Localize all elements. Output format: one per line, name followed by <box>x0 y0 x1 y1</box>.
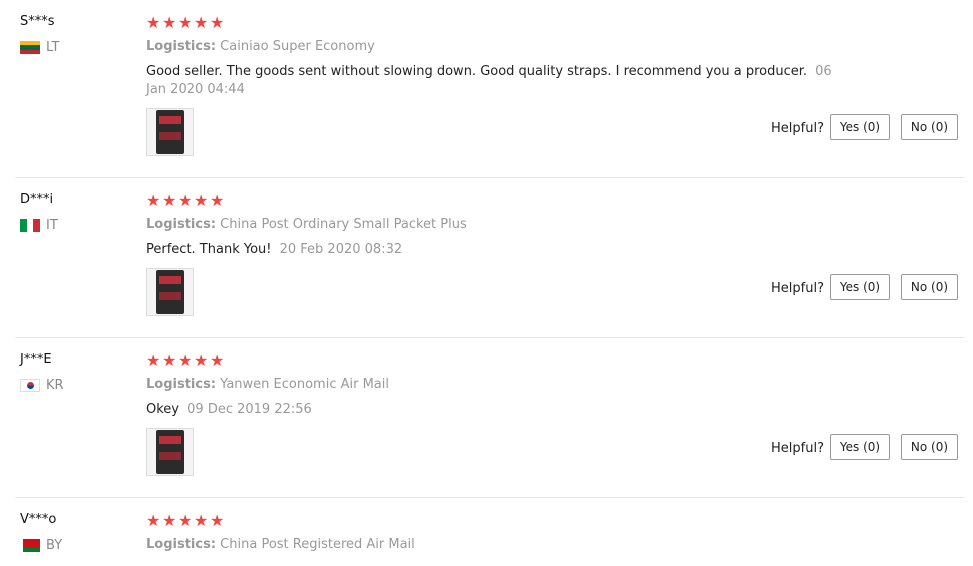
star-icon: ★ <box>194 351 210 370</box>
star-icon: ★ <box>210 511 226 530</box>
star-icon: ★ <box>146 13 162 32</box>
flag-it-icon <box>20 219 40 232</box>
review-date: 20 Feb 2020 08:32 <box>279 242 403 257</box>
logistics-label: Logistics: <box>146 217 217 232</box>
logistics-value: Cainiao Super Economy <box>220 39 375 54</box>
helpful-label: Helpful? <box>771 121 824 136</box>
reviewer-name: V***o <box>20 512 57 527</box>
review-item: D***i IT ★★★★★ Logistics: China Post Ord… <box>0 178 973 338</box>
reviewer-country: LT <box>20 40 59 55</box>
review-text: Okey <box>146 402 179 417</box>
reviewer-name: S***s <box>20 14 55 29</box>
logistics-label: Logistics: <box>146 39 217 54</box>
country-code: IT <box>46 218 58 233</box>
review-photo-thumbnail[interactable] <box>146 428 194 476</box>
star-rating: ★★★★★ <box>146 14 226 32</box>
star-icon: ★ <box>146 351 162 370</box>
flag-lt-icon <box>20 41 40 54</box>
star-icon: ★ <box>178 351 194 370</box>
star-icon: ★ <box>146 191 162 210</box>
star-rating: ★★★★★ <box>146 352 226 370</box>
star-icon: ★ <box>162 13 178 32</box>
star-icon: ★ <box>146 511 162 530</box>
review-item: V***o BY ★★★★★ Logistics: China Post Reg… <box>0 498 973 566</box>
star-icon: ★ <box>194 511 210 530</box>
helpful-label: Helpful? <box>771 281 824 296</box>
logistics-info: Logistics: Cainiao Super Economy <box>146 39 375 54</box>
helpful-yes-button[interactable]: Yes (0) <box>830 114 890 140</box>
review-text-block: Okey 09 Dec 2019 22:56 <box>146 401 846 419</box>
country-code: BY <box>46 538 63 553</box>
review-text: Good seller. The goods sent without slow… <box>146 64 808 79</box>
star-icon: ★ <box>178 511 194 530</box>
product-photo <box>156 430 184 474</box>
star-rating: ★★★★★ <box>146 192 226 210</box>
star-icon: ★ <box>210 191 226 210</box>
star-icon: ★ <box>162 191 178 210</box>
logistics-info: Logistics: China Post Ordinary Small Pac… <box>146 217 467 232</box>
logistics-label: Logistics: <box>146 377 217 392</box>
star-icon: ★ <box>178 191 194 210</box>
review-photo-thumbnail[interactable] <box>146 268 194 316</box>
star-icon: ★ <box>210 13 226 32</box>
country-code: KR <box>46 378 64 393</box>
flag-by-icon <box>20 539 40 552</box>
star-icon: ★ <box>162 511 178 530</box>
helpful-no-button[interactable]: No (0) <box>901 434 958 460</box>
reviewer-name: J***E <box>20 352 52 367</box>
star-icon: ★ <box>178 13 194 32</box>
star-icon: ★ <box>194 13 210 32</box>
logistics-label: Logistics: <box>146 537 217 552</box>
logistics-value: China Post Registered Air Mail <box>220 537 415 552</box>
helpful-yes-button[interactable]: Yes (0) <box>830 434 890 460</box>
logistics-info: Logistics: Yanwen Economic Air Mail <box>146 377 389 392</box>
star-icon: ★ <box>210 351 226 370</box>
helpful-no-button[interactable]: No (0) <box>901 114 958 140</box>
review-item: J***E KR ★★★★★ Logistics: Yanwen Economi… <box>0 338 973 498</box>
reviewer-name: D***i <box>20 192 54 207</box>
helpful-no-button[interactable]: No (0) <box>901 274 958 300</box>
reviewer-country: IT <box>20 218 58 233</box>
reviewer-country: BY <box>20 538 62 553</box>
flag-kr-icon <box>20 379 40 392</box>
logistics-value: Yanwen Economic Air Mail <box>220 377 389 392</box>
review-photo-thumbnail[interactable] <box>146 108 194 156</box>
helpful-yes-button[interactable]: Yes (0) <box>830 274 890 300</box>
review-text-block: Good seller. The goods sent without slow… <box>146 63 846 99</box>
review-text: Perfect. Thank You! <box>146 242 272 257</box>
product-photo <box>156 110 184 154</box>
review-text-block: Perfect. Thank You! 20 Feb 2020 08:32 <box>146 241 846 259</box>
star-icon: ★ <box>194 191 210 210</box>
review-item: S***s LT ★★★★★ Logistics: Cainiao Super … <box>0 0 973 160</box>
star-icon: ★ <box>162 351 178 370</box>
reviewer-country: KR <box>20 378 64 393</box>
helpful-label: Helpful? <box>771 441 824 456</box>
logistics-info: Logistics: China Post Registered Air Mai… <box>146 537 415 552</box>
product-photo <box>156 270 184 314</box>
review-date: 09 Dec 2019 22:56 <box>187 402 312 417</box>
logistics-value: China Post Ordinary Small Packet Plus <box>220 217 467 232</box>
country-code: LT <box>46 40 60 55</box>
star-rating: ★★★★★ <box>146 512 226 530</box>
